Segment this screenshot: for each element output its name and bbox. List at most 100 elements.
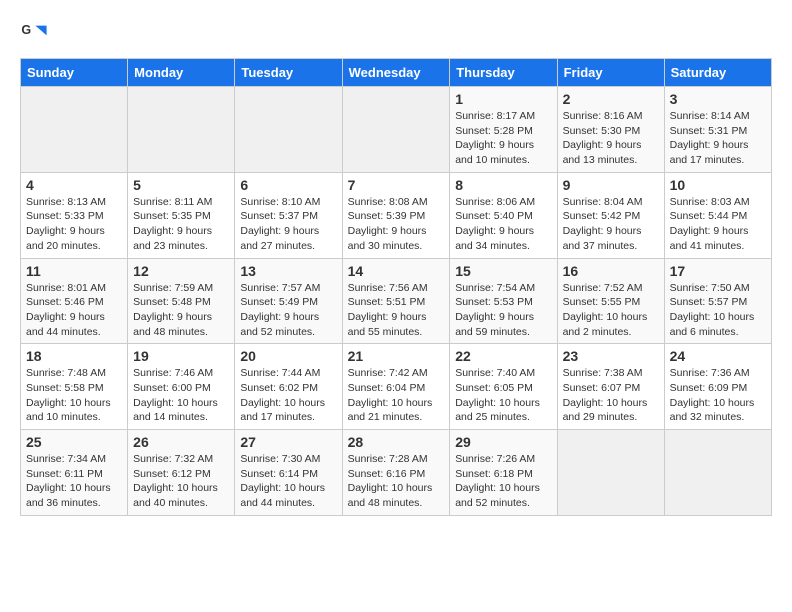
weekday-header: Thursday	[450, 59, 557, 87]
calendar-day-cell: 23 Sunrise: 7:38 AM Sunset: 6:07 PM Dayli…	[557, 344, 664, 430]
calendar-day-cell: 2Sunrise: 8:16 AM Sunset: 5:30 PM Daylig…	[557, 87, 664, 173]
day-info: Sunrise: 8:06 AM Sunset: 5:40 PM Dayligh…	[455, 195, 551, 254]
day-info: Sunrise: 7:46 AM Sunset: 6:00 PM Dayligh…	[133, 366, 229, 425]
header-area: G	[20, 20, 772, 48]
calendar-table: SundayMondayTuesdayWednesdayThursdayFrid…	[20, 58, 772, 516]
calendar-day-cell: 19 Sunrise: 7:46 AM Sunset: 6:00 PM Dayli…	[128, 344, 235, 430]
calendar-day-cell: 1Sunrise: 8:17 AM Sunset: 5:28 PM Daylig…	[450, 87, 557, 173]
day-number: 23	[563, 348, 659, 364]
day-number: 21	[348, 348, 445, 364]
day-number: 27	[240, 434, 336, 450]
calendar-week-row: 18 Sunrise: 7:48 AM Sunset: 5:58 PM Dayli…	[21, 344, 772, 430]
calendar-week-row: 25 Sunrise: 7:34 AM Sunset: 6:11 PM Dayli…	[21, 430, 772, 516]
calendar-day-cell	[557, 430, 664, 516]
day-number: 20	[240, 348, 336, 364]
weekday-header: Friday	[557, 59, 664, 87]
calendar-day-cell: 8 Sunrise: 8:06 AM Sunset: 5:40 PM Daylig…	[450, 172, 557, 258]
day-number: 4	[26, 177, 122, 193]
day-number: 28	[348, 434, 445, 450]
calendar-day-cell: 21 Sunrise: 7:42 AM Sunset: 6:04 PM Dayli…	[342, 344, 450, 430]
calendar-day-cell: 16 Sunrise: 7:52 AM Sunset: 5:55 PM Dayli…	[557, 258, 664, 344]
calendar-week-row: 1Sunrise: 8:17 AM Sunset: 5:28 PM Daylig…	[21, 87, 772, 173]
weekday-header: Sunday	[21, 59, 128, 87]
day-info: Sunrise: 7:38 AM Sunset: 6:07 PM Dayligh…	[563, 366, 659, 425]
day-number: 8	[455, 177, 551, 193]
day-number: 13	[240, 263, 336, 279]
day-number: 11	[26, 263, 122, 279]
day-number: 7	[348, 177, 445, 193]
calendar-day-cell: 25 Sunrise: 7:34 AM Sunset: 6:11 PM Dayli…	[21, 430, 128, 516]
day-number: 16	[563, 263, 659, 279]
day-info: Sunrise: 8:08 AM Sunset: 5:39 PM Dayligh…	[348, 195, 445, 254]
day-number: 25	[26, 434, 122, 450]
day-number: 24	[670, 348, 766, 364]
calendar-day-cell: 27 Sunrise: 7:30 AM Sunset: 6:14 PM Dayli…	[235, 430, 342, 516]
day-info: Sunrise: 7:56 AM Sunset: 5:51 PM Dayligh…	[348, 281, 445, 340]
day-info: Sunrise: 7:44 AM Sunset: 6:02 PM Dayligh…	[240, 366, 336, 425]
calendar-day-cell: 4 Sunrise: 8:13 AM Sunset: 5:33 PM Daylig…	[21, 172, 128, 258]
day-number: 6	[240, 177, 336, 193]
day-number: 18	[26, 348, 122, 364]
calendar-day-cell	[128, 87, 235, 173]
day-number: 29	[455, 434, 551, 450]
day-info: Sunrise: 8:11 AM Sunset: 5:35 PM Dayligh…	[133, 195, 229, 254]
calendar-day-cell: 28 Sunrise: 7:28 AM Sunset: 6:16 PM Dayli…	[342, 430, 450, 516]
day-info: Sunrise: 8:01 AM Sunset: 5:46 PM Dayligh…	[26, 281, 122, 340]
day-number: 17	[670, 263, 766, 279]
calendar-header-row: SundayMondayTuesdayWednesdayThursdayFrid…	[21, 59, 772, 87]
calendar-day-cell: 7 Sunrise: 8:08 AM Sunset: 5:39 PM Daylig…	[342, 172, 450, 258]
day-info: Sunrise: 7:52 AM Sunset: 5:55 PM Dayligh…	[563, 281, 659, 340]
calendar-day-cell	[235, 87, 342, 173]
day-info: Sunrise: 7:48 AM Sunset: 5:58 PM Dayligh…	[26, 366, 122, 425]
day-info: Sunrise: 7:36 AM Sunset: 6:09 PM Dayligh…	[670, 366, 766, 425]
day-info: Sunrise: 8:13 AM Sunset: 5:33 PM Dayligh…	[26, 195, 122, 254]
calendar-day-cell: 11 Sunrise: 8:01 AM Sunset: 5:46 PM Dayli…	[21, 258, 128, 344]
day-number: 2	[563, 91, 659, 107]
calendar-day-cell: 29Sunrise: 7:26 AM Sunset: 6:18 PM Dayli…	[450, 430, 557, 516]
logo: G	[20, 20, 52, 48]
day-info: Sunrise: 7:59 AM Sunset: 5:48 PM Dayligh…	[133, 281, 229, 340]
weekday-header: Saturday	[664, 59, 771, 87]
day-info: Sunrise: 8:14 AM Sunset: 5:31 PM Dayligh…	[670, 109, 766, 168]
day-number: 5	[133, 177, 229, 193]
day-number: 10	[670, 177, 766, 193]
calendar-body: 1Sunrise: 8:17 AM Sunset: 5:28 PM Daylig…	[21, 87, 772, 516]
day-info: Sunrise: 8:04 AM Sunset: 5:42 PM Dayligh…	[563, 195, 659, 254]
calendar-week-row: 4 Sunrise: 8:13 AM Sunset: 5:33 PM Daylig…	[21, 172, 772, 258]
day-number: 9	[563, 177, 659, 193]
weekday-header: Monday	[128, 59, 235, 87]
day-info: Sunrise: 7:30 AM Sunset: 6:14 PM Dayligh…	[240, 452, 336, 511]
calendar-day-cell	[342, 87, 450, 173]
calendar-day-cell: 26 Sunrise: 7:32 AM Sunset: 6:12 PM Dayli…	[128, 430, 235, 516]
weekday-header: Tuesday	[235, 59, 342, 87]
day-number: 1	[455, 91, 551, 107]
day-info: Sunrise: 7:50 AM Sunset: 5:57 PM Dayligh…	[670, 281, 766, 340]
calendar-day-cell: 14Sunrise: 7:56 AM Sunset: 5:51 PM Dayli…	[342, 258, 450, 344]
calendar-day-cell: 9 Sunrise: 8:04 AM Sunset: 5:42 PM Daylig…	[557, 172, 664, 258]
calendar-day-cell: 3Sunrise: 8:14 AM Sunset: 5:31 PM Daylig…	[664, 87, 771, 173]
day-info: Sunrise: 7:42 AM Sunset: 6:04 PM Dayligh…	[348, 366, 445, 425]
day-number: 15	[455, 263, 551, 279]
day-info: Sunrise: 7:34 AM Sunset: 6:11 PM Dayligh…	[26, 452, 122, 511]
calendar-day-cell: 10 Sunrise: 8:03 AM Sunset: 5:44 PM Dayli…	[664, 172, 771, 258]
calendar-day-cell: 17 Sunrise: 7:50 AM Sunset: 5:57 PM Dayli…	[664, 258, 771, 344]
day-info: Sunrise: 8:03 AM Sunset: 5:44 PM Dayligh…	[670, 195, 766, 254]
calendar-day-cell: 24 Sunrise: 7:36 AM Sunset: 6:09 PM Dayli…	[664, 344, 771, 430]
calendar-day-cell: 20 Sunrise: 7:44 AM Sunset: 6:02 PM Dayli…	[235, 344, 342, 430]
day-info: Sunrise: 8:10 AM Sunset: 5:37 PM Dayligh…	[240, 195, 336, 254]
logo-icon: G	[20, 20, 48, 48]
day-info: Sunrise: 7:32 AM Sunset: 6:12 PM Dayligh…	[133, 452, 229, 511]
day-number: 12	[133, 263, 229, 279]
day-number: 26	[133, 434, 229, 450]
day-number: 19	[133, 348, 229, 364]
svg-text:G: G	[21, 23, 31, 37]
calendar-day-cell: 6 Sunrise: 8:10 AM Sunset: 5:37 PM Daylig…	[235, 172, 342, 258]
calendar-day-cell: 13Sunrise: 7:57 AM Sunset: 5:49 PM Dayli…	[235, 258, 342, 344]
calendar-day-cell: 5 Sunrise: 8:11 AM Sunset: 5:35 PM Daylig…	[128, 172, 235, 258]
weekday-header: Wednesday	[342, 59, 450, 87]
calendar-day-cell: 15Sunrise: 7:54 AM Sunset: 5:53 PM Dayli…	[450, 258, 557, 344]
calendar-day-cell: 12 Sunrise: 7:59 AM Sunset: 5:48 PM Dayli…	[128, 258, 235, 344]
calendar-week-row: 11 Sunrise: 8:01 AM Sunset: 5:46 PM Dayli…	[21, 258, 772, 344]
day-number: 22	[455, 348, 551, 364]
day-info: Sunrise: 7:28 AM Sunset: 6:16 PM Dayligh…	[348, 452, 445, 511]
